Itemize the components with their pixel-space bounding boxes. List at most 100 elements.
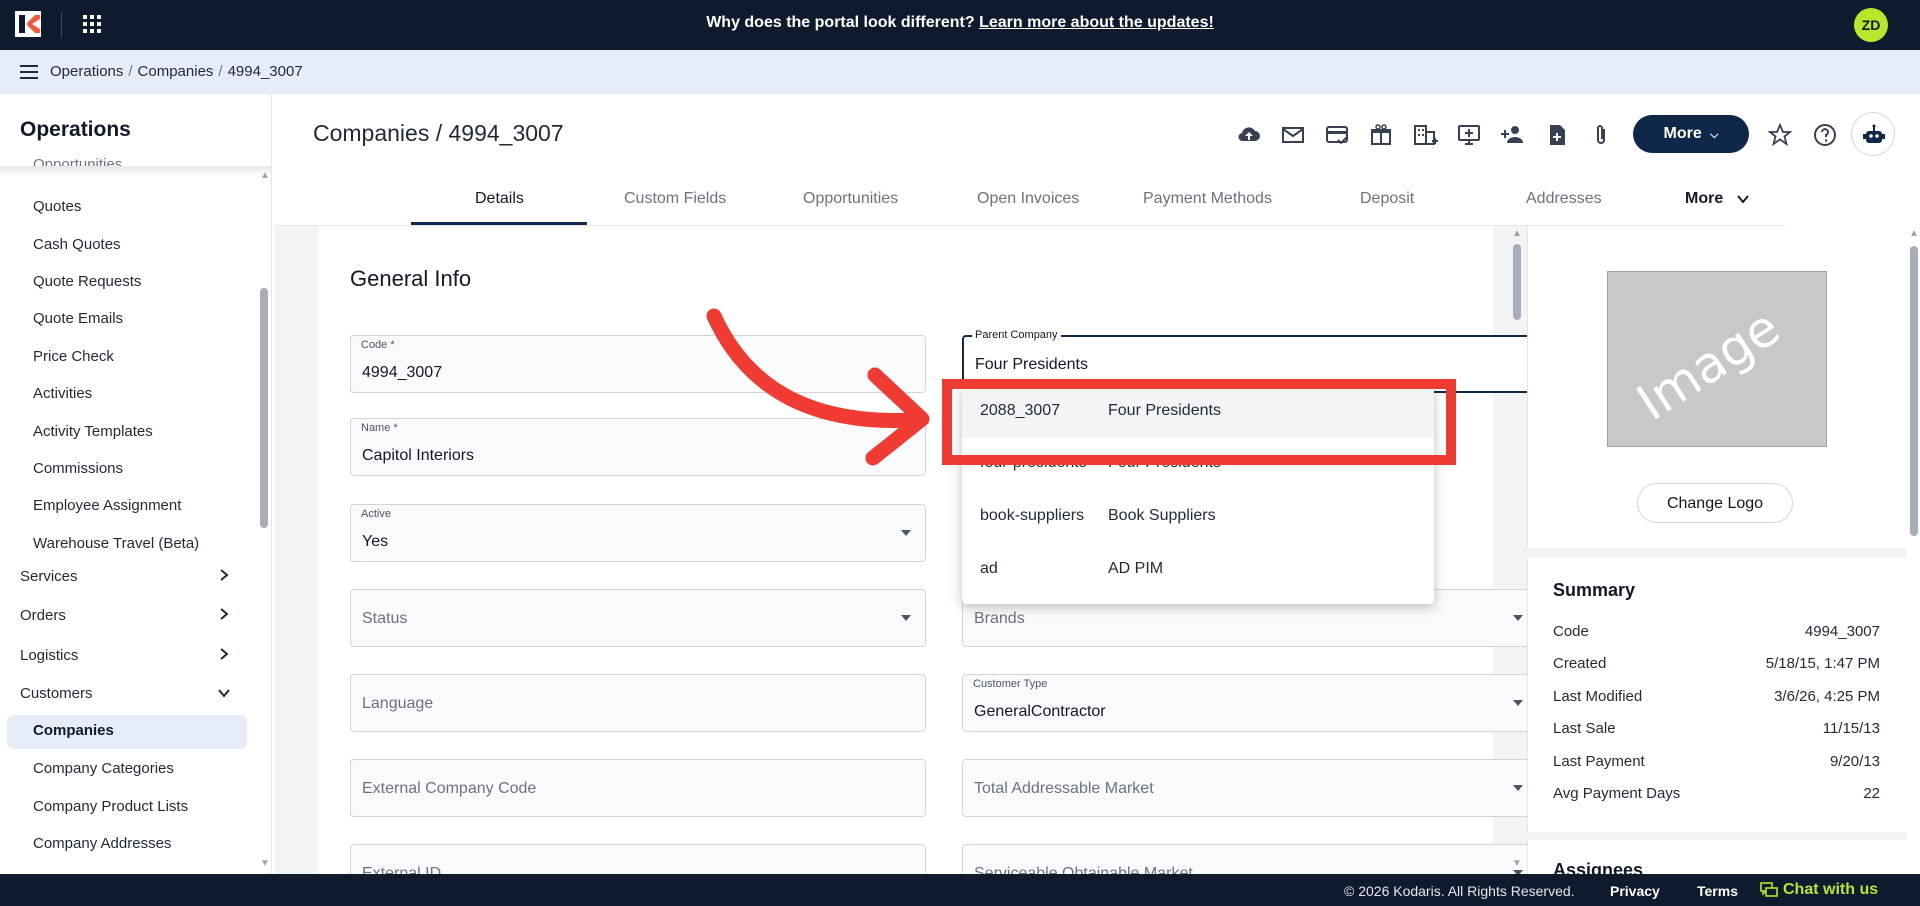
chevron-right-icon[interactable] [217,647,231,661]
main-scroll-up-icon[interactable]: ▲ [1512,228,1522,239]
sidebar-section-logistics[interactable]: Logistics [20,647,78,664]
customer-type-select[interactable]: Customer Type GeneralContractor [962,674,1538,732]
chevron-right-icon[interactable] [217,607,231,621]
footer-terms-link[interactable]: Terms [1697,883,1738,899]
panel-scrollbar[interactable] [1910,246,1918,536]
tab-open-invoices[interactable]: Open Invoices [977,190,1079,208]
banner-question: Why does the portal look different? [706,14,975,31]
sidebar-section-orders[interactable]: Orders [20,607,66,624]
summary-label-last-sale: Last Sale [1553,720,1616,737]
tab-payment-methods[interactable]: Payment Methods [1143,190,1272,208]
serviceable-obtainable-market-select[interactable]: Serviceable Obtainable Market [962,844,1538,874]
sidebar-item-company-addresses[interactable]: Company Addresses [33,835,171,852]
option-code: book-suppliers [980,507,1085,524]
sidebar-scrollbar[interactable] [260,288,268,528]
sidebar-item-company-categories[interactable]: Company Categories [33,760,174,777]
sidebar-item-activities[interactable]: Activities [33,385,92,402]
sidebar-item-company-product-lists[interactable]: Company Product Lists [33,798,188,815]
sidebar-section-services[interactable]: Services [20,568,78,585]
dropdown-caret-icon [1513,700,1523,706]
brands-select-placeholder: Brands [974,610,1025,627]
company-logo-placeholder: Image [1607,271,1827,447]
tab-custom-fields[interactable]: Custom Fields [624,190,726,208]
chat-with-us-button[interactable]: Chat with us [1783,881,1878,899]
chat-bubble-icon[interactable] [1760,882,1778,899]
tab-more[interactable]: More [1685,190,1750,208]
main-scroll-down-icon[interactable]: ▼ [1512,858,1522,869]
active-select-label: Active [361,508,391,520]
sidebar-item-quote-emails[interactable]: Quote Emails [33,310,123,327]
main-scrollbar[interactable] [1513,244,1521,320]
gift-icon[interactable] [1368,122,1394,148]
sidebar-item-opportunities[interactable]: Opportunities [33,156,122,166]
sidebar-item-employee-assignment[interactable]: Employee Assignment [33,497,181,514]
external-id-field[interactable]: External ID [350,844,926,874]
summary-value-last-sale: 11/15/13 [1822,720,1880,737]
tab-addresses[interactable]: Addresses [1526,190,1602,208]
summary-value-last-payment: 9/20/13 [1829,753,1880,770]
sidebar-item-warehouse-travel[interactable]: Warehouse Travel (Beta) [33,535,199,552]
sidebar-item-quotes[interactable]: Quotes [33,198,81,215]
sidebar-item-price-check[interactable]: Price Check [33,348,114,365]
banner-learn-more-link[interactable]: Learn more about the updates! [979,14,1214,31]
option-name: Book Suppliers [1108,507,1216,524]
dropdown-caret-icon [901,530,911,536]
sidebar-item-commissions[interactable]: Commissions [33,460,123,477]
breadcrumb-companies[interactable]: Companies [138,63,214,80]
tab-opportunities[interactable]: Opportunities [803,190,898,208]
breadcrumb-operations[interactable]: Operations [50,63,123,80]
breadcrumb: Operations / Companies/4994_3007 [50,63,303,80]
summary-value-created: 5/18/15, 1:47 PM [1765,655,1880,672]
tab-deposit[interactable]: Deposit [1360,190,1414,208]
breadcrumb-bar: Operations / Companies/4994_3007 [0,50,1920,94]
sidebar-scroll-up-icon[interactable]: ▲ [260,170,270,181]
status-select[interactable]: Status [350,589,926,647]
more-actions-label: More [1663,125,1702,142]
chevron-right-icon[interactable] [217,568,231,582]
sidebar-item-cash-quotes[interactable]: Cash Quotes [33,236,121,253]
sidebar: Operations Opportunities Quotes Cash Quo… [0,94,272,874]
sidebar-section-customers[interactable]: Customers [20,685,93,702]
external-company-code-field[interactable]: External Company Code [350,759,926,817]
favorite-star-icon[interactable] [1767,122,1793,148]
user-avatar[interactable]: ZD [1854,8,1888,42]
paperclip-icon[interactable] [1588,122,1614,148]
total-addressable-market-select[interactable]: Total Addressable Market [962,759,1538,817]
sidebar-item-companies[interactable]: Companies [33,722,114,739]
footer: © 2026 Kodaris. All Rights Reserved. Pri… [0,874,1920,906]
tab-details[interactable]: Details [475,190,524,208]
dropdown-option[interactable]: ad AD PIM [962,544,1434,596]
sidebar-scroll-down-icon[interactable]: ▼ [260,858,270,869]
sidebar-item-quote-requests[interactable]: Quote Requests [33,273,141,290]
payment-card-icon[interactable] [1324,122,1350,148]
change-logo-button[interactable]: Change Logo [1637,483,1793,523]
panel-divider [1527,832,1907,840]
chevron-down-icon[interactable] [217,686,231,700]
buildings-icon[interactable] [1412,122,1438,148]
dropdown-caret-icon [1513,615,1523,621]
section-title-general-info: General Info [350,266,472,291]
help-icon[interactable] [1812,122,1838,148]
panel-scroll-up-icon[interactable]: ▲ [1909,228,1919,239]
serviceable-obtainable-market-placeholder: Serviceable Obtainable Market [974,865,1193,874]
dropdown-option[interactable]: book-suppliers Book Suppliers [962,491,1434,543]
footer-privacy-link[interactable]: Privacy [1610,883,1660,899]
update-banner: Why does the portal look different? Lear… [0,14,1920,32]
active-select[interactable]: Active Yes [350,504,926,562]
assignees-title: Assignees [1553,860,1644,874]
panel-divider [1527,548,1907,558]
assistant-bot-button[interactable] [1851,112,1895,156]
mail-icon[interactable] [1280,122,1306,148]
logo-placeholder-text: Image [1626,298,1790,432]
language-field[interactable]: Language [350,674,926,732]
menu-hamburger-icon[interactable] [20,64,38,80]
cloud-upload-icon[interactable] [1236,122,1262,148]
add-document-icon[interactable] [1544,122,1570,148]
add-person-icon[interactable] [1500,122,1526,148]
summary-label-avg-payment-days: Avg Payment Days [1553,785,1681,802]
more-actions-button[interactable]: More ⌵ [1633,115,1749,153]
summary-label-last-payment: Last Payment [1553,753,1645,770]
sidebar-item-activity-templates[interactable]: Activity Templates [33,423,153,440]
breadcrumb-separator: / [128,63,133,80]
add-presentation-icon[interactable] [1456,122,1482,148]
